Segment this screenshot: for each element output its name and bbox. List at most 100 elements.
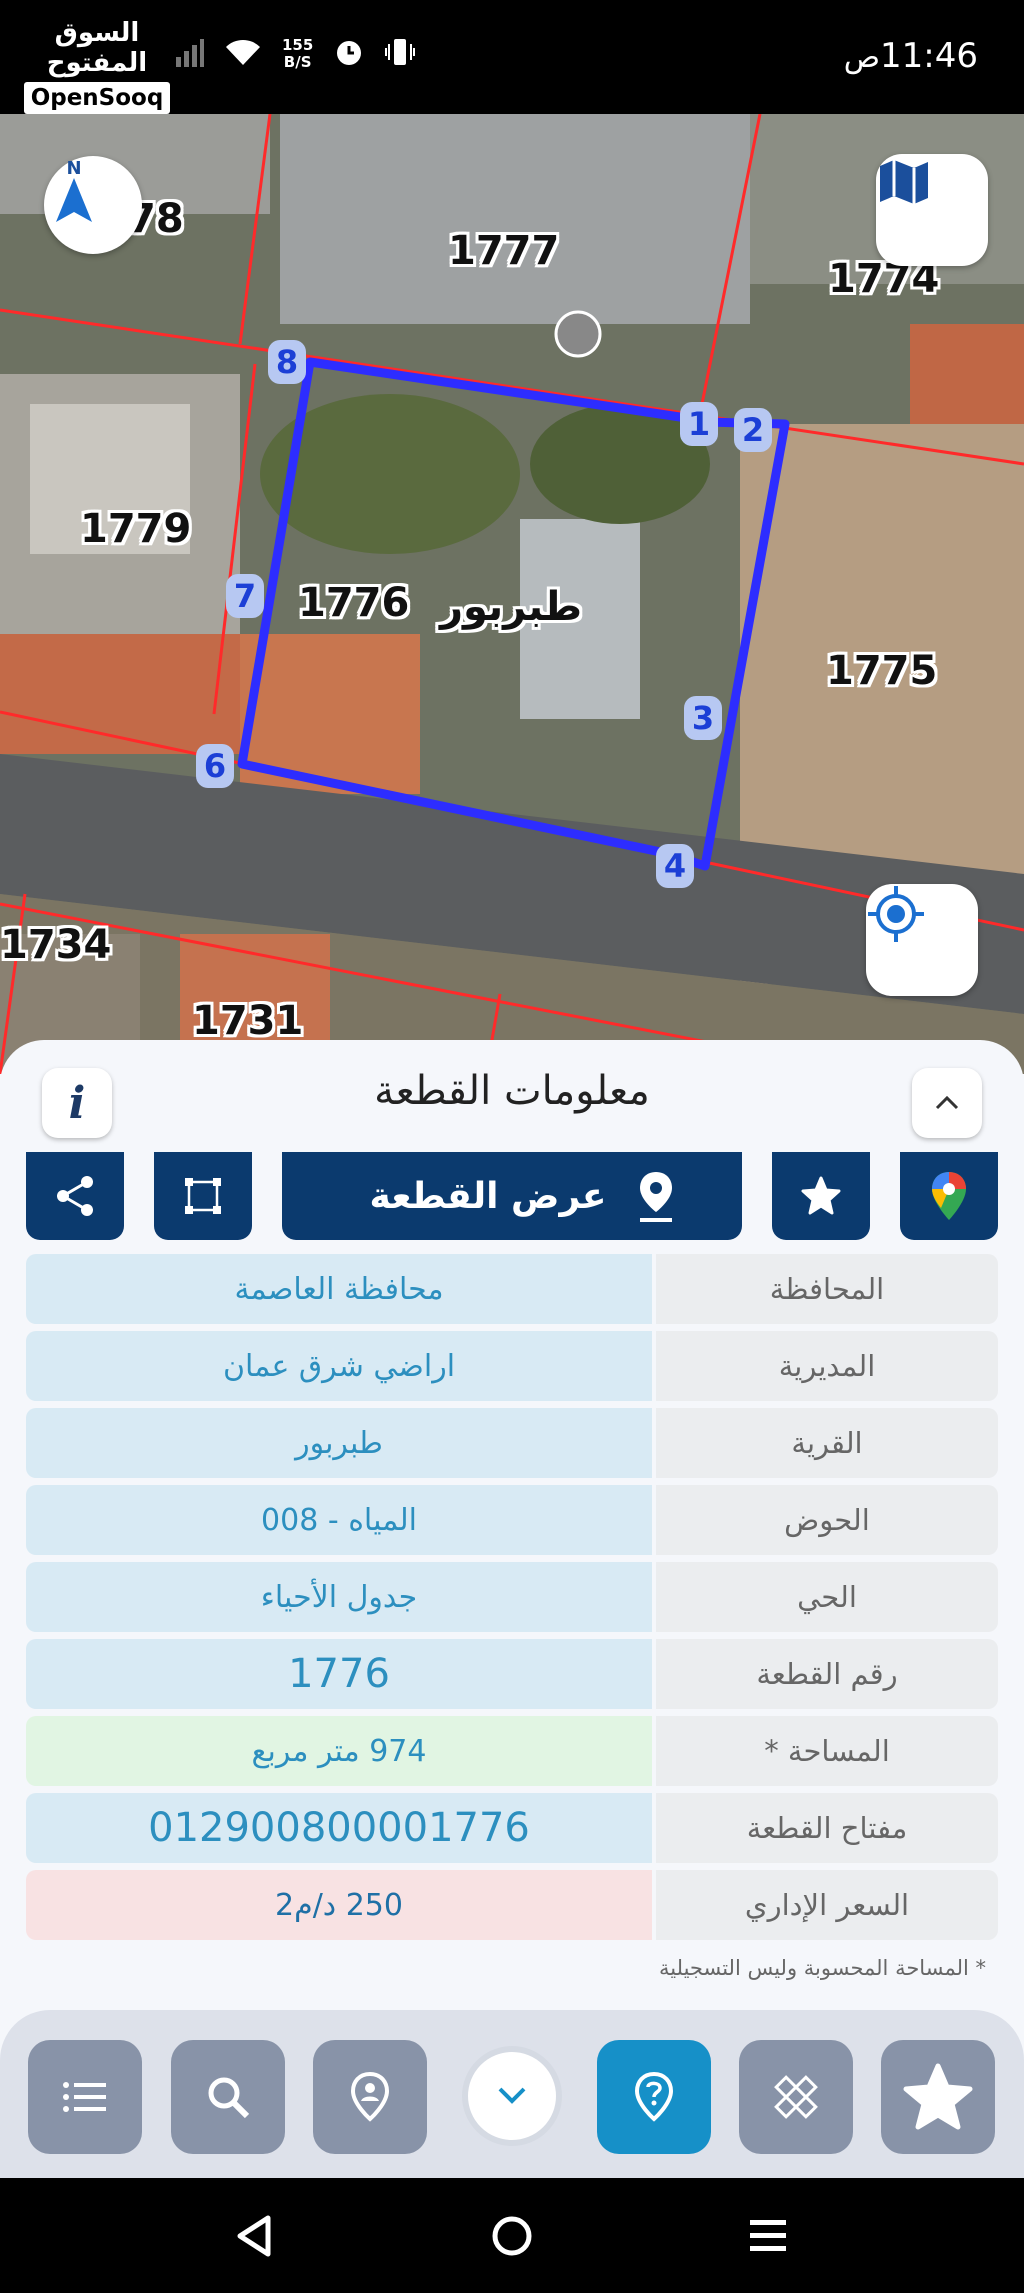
share-button[interactable] — [26, 1152, 124, 1240]
admin-price-key: السعر الإداري — [656, 1870, 998, 1940]
vertex-7[interactable]: 7 — [226, 574, 264, 618]
parcel-label-1734[interactable]: 1734 — [0, 922, 111, 968]
menu-button[interactable] — [28, 2040, 142, 2154]
polygon-icon — [185, 1178, 221, 1214]
vertex-2[interactable]: 2 — [734, 408, 772, 452]
show-parcel-label: عرض القطعة — [369, 1175, 607, 1217]
star-icon — [903, 2063, 973, 2130]
parcel-number-key: رقم القطعة — [656, 1639, 998, 1709]
clock: 11:46ص — [834, 36, 978, 76]
measure-tools-button[interactable] — [739, 2040, 853, 2154]
watermark-arabic: السوق المفتوح — [46, 18, 148, 78]
parcel-details-table: محافظة العاصمة المحافظة اراضي شرق عمان ا… — [26, 1254, 998, 1947]
area-key: المساحة * — [656, 1716, 998, 1786]
person-pin-icon — [350, 2071, 390, 2122]
google-maps-icon — [932, 1172, 966, 1220]
governorate-value: محافظة العاصمة — [26, 1254, 652, 1324]
map-icon — [880, 160, 928, 204]
show-parcel-button[interactable]: عرض القطعة — [282, 1152, 742, 1240]
network-speed-value: 155 — [282, 36, 314, 54]
watermark-english: OpenSooq — [24, 82, 170, 114]
search-icon — [208, 2077, 250, 2119]
map-layers-button[interactable] — [876, 154, 988, 266]
governorate-key: المحافظة — [656, 1254, 998, 1324]
vibrate-icon — [385, 36, 416, 72]
my-location-button[interactable] — [866, 884, 978, 996]
village-value: طبربور — [26, 1408, 652, 1478]
row-area: 974 متر مربع المساحة * — [26, 1716, 998, 1786]
sheet-title: معلومات القطعة — [374, 1068, 650, 1114]
recents-icon — [750, 2220, 786, 2251]
location-pin-icon — [640, 1172, 673, 1222]
parcel-key-key: مفتاح القطعة — [656, 1793, 998, 1863]
admin-price-value: 250 د/م2 — [26, 1870, 652, 1940]
saved-locations-button[interactable] — [313, 2040, 427, 2154]
status-icons: 155 B/S — [176, 36, 416, 72]
area-value: 974 متر مربع — [26, 1716, 652, 1786]
parcel-label-1731[interactable]: 1731 — [192, 998, 303, 1044]
home-button[interactable] — [490, 2214, 534, 2262]
parcel-key-value: 012900800001776 — [26, 1793, 652, 1863]
search-button[interactable] — [171, 2040, 285, 2154]
recents-button[interactable] — [748, 2216, 788, 2260]
directorate-key: المديرية — [656, 1331, 998, 1401]
app-screen: السوق المفتوح OpenSooq 155 B/S 11:46ص 17… — [0, 0, 1024, 2293]
collapse-button[interactable] — [912, 1068, 982, 1138]
parcel-info-sheet: i معلومات القطعة عرض القطعة محافظة العاص… — [0, 1040, 1024, 2180]
row-directorate: اراضي شرق عمان المديرية — [26, 1331, 998, 1401]
parcel-label-1779[interactable]: 1779 — [80, 506, 191, 552]
star-icon — [801, 1176, 841, 1215]
chevron-up-icon — [935, 1095, 959, 1110]
row-neighborhood: جدول الأحياء الحي — [26, 1562, 998, 1632]
back-button[interactable] — [234, 2214, 274, 2262]
favorites-button[interactable] — [881, 2040, 995, 2154]
basin-value: المياه - 008 — [26, 1485, 652, 1555]
row-admin-price: 250 د/م2 السعر الإداري — [26, 1870, 998, 1940]
google-maps-button[interactable] — [900, 1152, 998, 1240]
parcel-query-button[interactable] — [597, 2040, 711, 2154]
chevron-down-icon — [498, 2087, 526, 2104]
directorate-value: اراضي شرق عمان — [26, 1331, 652, 1401]
row-governorate: محافظة العاصمة المحافظة — [26, 1254, 998, 1324]
vertex-4[interactable]: 4 — [656, 844, 694, 888]
parcel-number-value: 1776 — [26, 1639, 652, 1709]
vertex-6[interactable]: 6 — [196, 744, 234, 788]
row-basin: المياه - 008 الحوض — [26, 1485, 998, 1555]
signal-icon — [176, 37, 204, 71]
row-parcel-key: 012900800001776 مفتاح القطعة — [26, 1793, 998, 1863]
location-question-icon — [634, 2071, 674, 2122]
vertex-3[interactable]: 3 — [684, 696, 722, 740]
network-speed: 155 B/S — [282, 37, 313, 71]
compass-icon: N — [56, 158, 92, 222]
neighborhood-key: الحي — [656, 1562, 998, 1632]
parcel-label-1777[interactable]: 1777 — [448, 228, 559, 274]
bottom-toolbar — [0, 2010, 1024, 2178]
compass-letter: N — [66, 158, 81, 179]
village-key: القرية — [656, 1408, 998, 1478]
clock-ampm: ص — [843, 40, 881, 75]
home-circle-icon — [492, 2216, 532, 2256]
basin-key: الحوض — [656, 1485, 998, 1555]
location-marker — [554, 310, 602, 358]
ruler-pencil-icon — [774, 2075, 818, 2119]
parcel-label-1775[interactable]: 1775 — [826, 648, 937, 694]
wifi-icon — [224, 37, 262, 71]
vertex-8[interactable]: 8 — [268, 340, 306, 384]
crosshair-icon — [868, 886, 924, 942]
action-bar: عرض القطعة — [0, 1152, 1024, 1244]
favorite-button[interactable] — [772, 1152, 870, 1240]
satellite-map[interactable]: 1777 1774 1779 1776 طبربور 1775 1734 173… — [0, 114, 1024, 1074]
alarm-icon — [333, 36, 365, 72]
list-icon — [63, 2082, 106, 2112]
clock-time: 11:46 — [880, 36, 978, 76]
vertex-1[interactable]: 1 — [680, 402, 718, 446]
network-speed-unit: B/S — [283, 53, 312, 71]
area-footnote: * المساحة المحسوبة وليس التسجيلية — [659, 1956, 986, 1980]
expand-toolbar-button[interactable] — [462, 2046, 562, 2146]
compass-button[interactable]: N — [44, 156, 142, 254]
share-icon — [57, 1176, 93, 1216]
draw-polygon-button[interactable] — [154, 1152, 252, 1240]
parcel-label-1776[interactable]: 1776 — [298, 580, 409, 626]
system-nav-bar — [0, 2178, 1024, 2293]
row-village: طبربور القرية — [26, 1408, 998, 1478]
